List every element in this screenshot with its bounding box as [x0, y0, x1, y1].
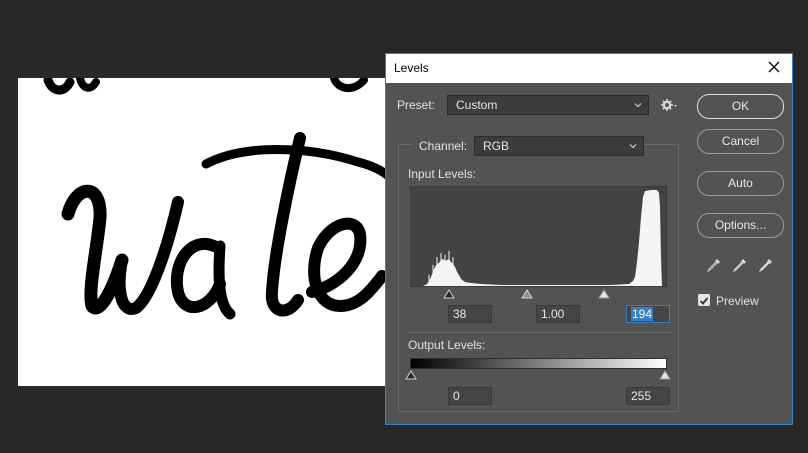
white-point-eyedropper-icon[interactable] — [758, 257, 774, 273]
input-white-field[interactable]: 194 — [626, 305, 670, 323]
output-white-value: 255 — [631, 389, 652, 403]
output-white-slider[interactable] — [659, 370, 671, 380]
auto-button[interactable]: Auto — [697, 171, 784, 196]
checkmark-icon — [699, 297, 709, 305]
output-black-field[interactable]: 0 — [448, 387, 492, 405]
chevron-down-icon — [634, 103, 642, 108]
water-lettering-artwork — [43, 78, 386, 320]
output-black-slider[interactable] — [405, 370, 417, 380]
histogram-graph — [411, 190, 662, 286]
dialog-titlebar[interactable]: Levels — [386, 54, 792, 83]
options-button[interactable]: Options... — [697, 213, 784, 238]
input-gamma-field[interactable]: 1.00 — [536, 305, 580, 323]
preview-label: Preview — [716, 294, 759, 308]
channel-value: RGB — [483, 139, 510, 153]
input-black-slider[interactable] — [443, 289, 455, 299]
input-gamma-slider[interactable] — [521, 289, 533, 299]
gear-icon[interactable] — [660, 97, 678, 113]
chevron-down-icon — [629, 144, 637, 149]
histogram — [410, 186, 667, 287]
output-gradient-bar — [410, 358, 667, 369]
preset-label: Preset: — [397, 98, 436, 112]
input-white-slider[interactable] — [598, 289, 610, 299]
output-white-field[interactable]: 255 — [626, 387, 670, 405]
preset-value: Custom — [456, 98, 498, 112]
channel-label: Channel: — [419, 139, 468, 153]
cancel-button[interactable]: Cancel — [697, 129, 784, 154]
input-black-value: 38 — [453, 307, 467, 321]
levels-dialog: Levels Preset: Custom Channel: RGB Input… — [385, 53, 793, 425]
gray-point-eyedropper-icon[interactable] — [732, 257, 748, 273]
input-gamma-value: 1.00 — [541, 307, 565, 321]
output-black-value: 0 — [453, 389, 460, 403]
preset-dropdown[interactable]: Custom — [447, 95, 649, 115]
input-white-value: 194 — [631, 307, 654, 321]
photoshop-workspace: Levels Preset: Custom Channel: RGB Input… — [0, 0, 808, 453]
dialog-title: Levels — [394, 61, 429, 75]
black-point-eyedropper-icon[interactable] — [706, 257, 722, 273]
channel-dropdown[interactable]: RGB — [474, 136, 644, 156]
ok-button[interactable]: OK — [697, 94, 784, 119]
levels-divider — [408, 332, 672, 333]
input-levels-label: Input Levels: — [408, 167, 477, 181]
output-levels-label: Output Levels: — [408, 338, 486, 352]
preview-checkbox[interactable] — [698, 294, 710, 306]
close-icon[interactable] — [764, 57, 784, 77]
document-canvas[interactable] — [18, 78, 386, 386]
input-black-field[interactable]: 38 — [448, 305, 492, 323]
